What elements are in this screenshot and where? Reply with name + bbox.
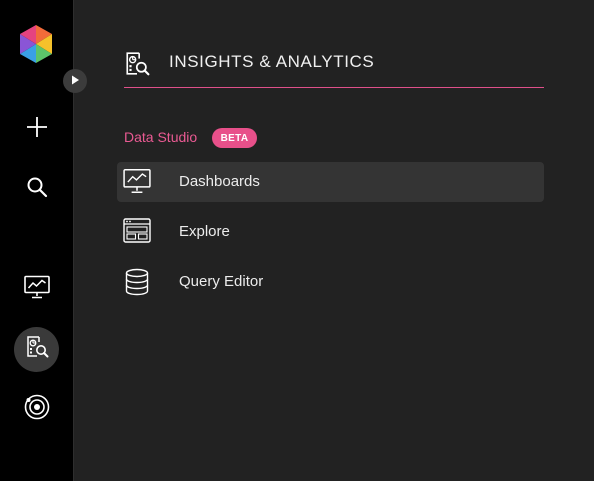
menu-item-label: Dashboards <box>179 173 260 190</box>
dashboard-monitor-icon <box>23 275 50 304</box>
dashboard-monitor-icon <box>123 168 151 196</box>
app-logo[interactable] <box>17 24 55 64</box>
explore-window-icon <box>123 218 151 246</box>
menu-item-label: Query Editor <box>179 273 264 290</box>
play-arrow-icon <box>70 72 80 90</box>
panel-header: INSIGHTS & ANALYTICS <box>124 48 544 88</box>
rail-insights-button[interactable] <box>14 327 59 372</box>
rail-add-button[interactable] <box>14 107 59 152</box>
plus-icon <box>26 116 48 143</box>
database-icon <box>123 268 151 296</box>
menu-item-dashboards[interactable]: Dashboards <box>117 162 544 202</box>
rail-search-button[interactable] <box>14 167 59 212</box>
menu-item-query-editor[interactable]: Query Editor <box>117 262 544 302</box>
beta-badge: BETA <box>212 128 257 148</box>
orbit-icon <box>24 394 50 425</box>
search-icon <box>26 176 48 203</box>
section-label-data-studio: Data Studio <box>124 129 198 145</box>
expand-sidebar-button[interactable] <box>63 69 87 93</box>
menu-item-explore[interactable]: Explore <box>117 212 544 252</box>
insights-analytics-icon <box>124 51 150 82</box>
sidebar-rail <box>0 0 73 481</box>
insights-analytics-icon <box>25 335 49 364</box>
panel-title: INSIGHTS & ANALYTICS <box>169 52 375 71</box>
rail-orbit-button[interactable] <box>14 387 59 432</box>
rail-dashboards-button[interactable] <box>14 267 59 312</box>
menu-item-label: Explore <box>179 223 230 240</box>
